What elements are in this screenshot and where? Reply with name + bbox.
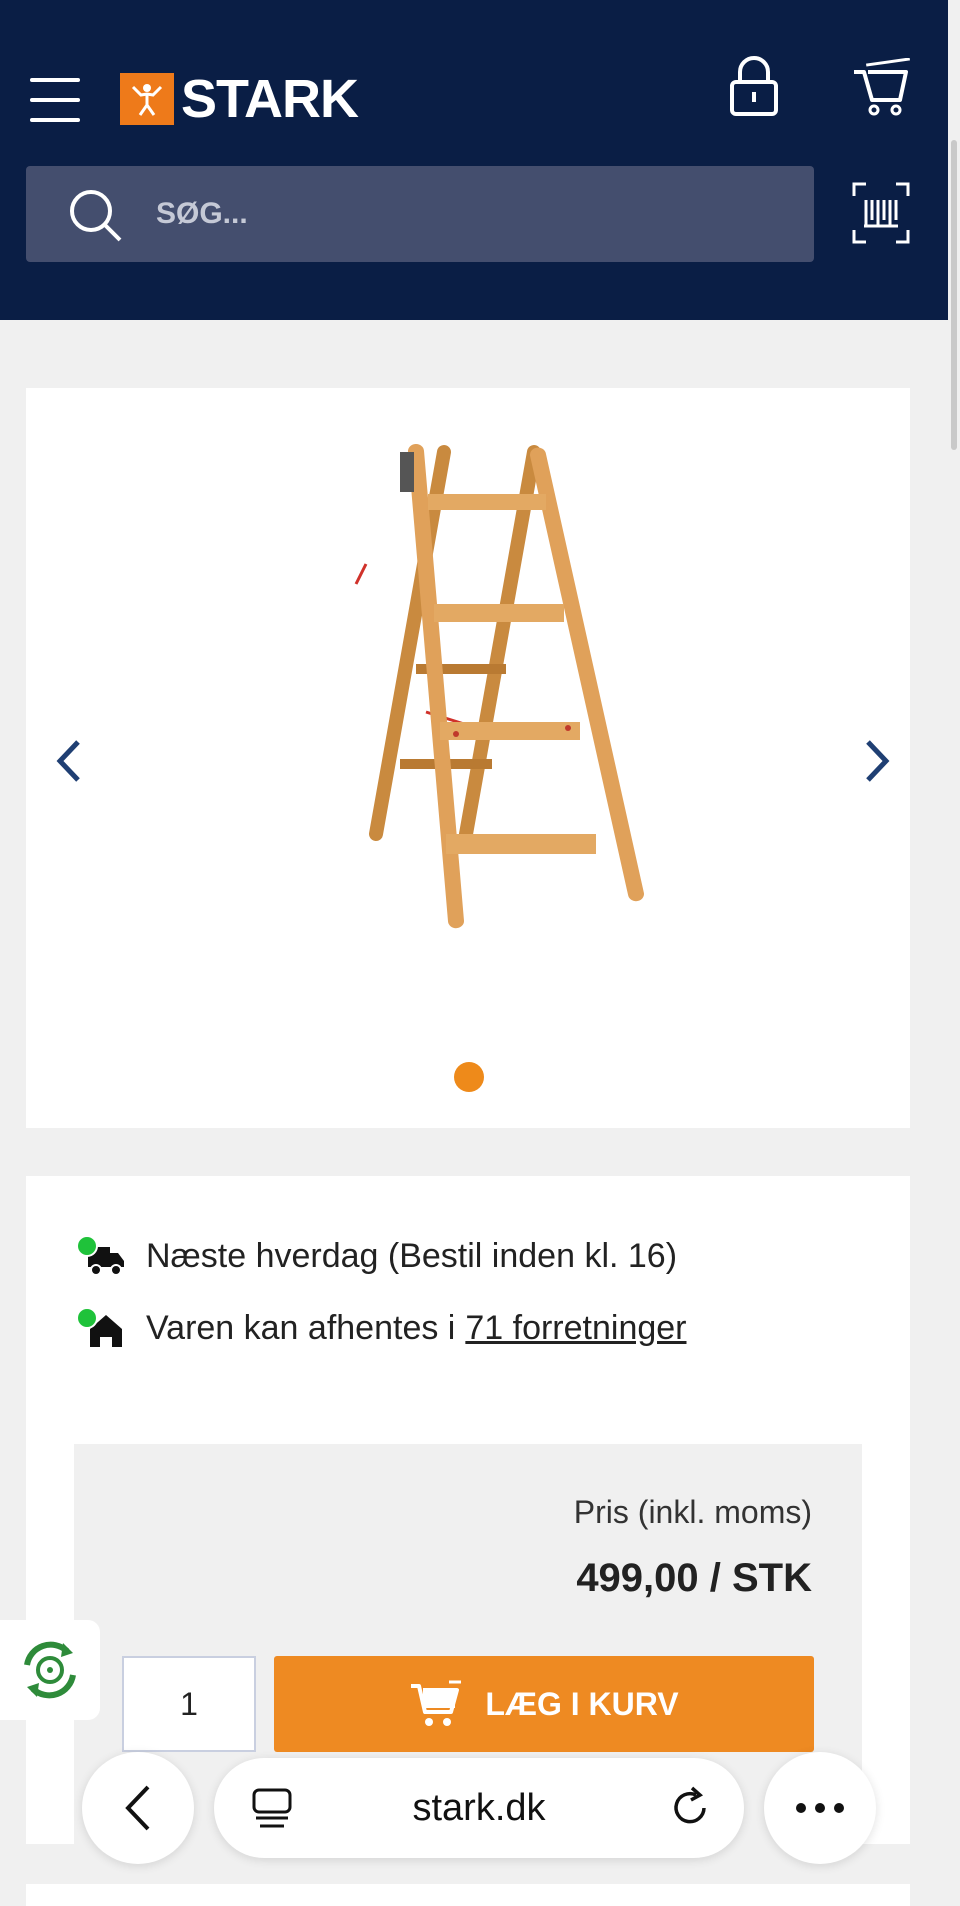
logo-mark-icon — [120, 73, 174, 125]
more-dots-icon — [796, 1803, 844, 1813]
delivery-text: Næste hverdag (Bestil inden kl. 16) — [146, 1236, 678, 1275]
site-header: STARK — [0, 0, 948, 320]
product-gallery — [26, 388, 910, 1128]
cart-icon[interactable] — [852, 57, 912, 118]
slide-indicator-dot[interactable] — [454, 1062, 484, 1092]
logo[interactable]: STARK — [120, 69, 359, 129]
previous-image-chevron-icon[interactable] — [48, 736, 88, 786]
delivery-row: Næste hverdag (Bestil inden kl. 16) — [76, 1226, 856, 1286]
recycle-icon[interactable] — [0, 1620, 100, 1720]
menu-icon[interactable] — [30, 78, 80, 122]
product-info-card: Næste hverdag (Bestil inden kl. 16) Vare… — [26, 1176, 910, 1844]
product-image — [316, 444, 666, 944]
logo-text: STARK — [181, 69, 359, 129]
browser-toolbar: stark.dk — [0, 1752, 960, 1864]
status-dot — [76, 1307, 98, 1329]
cart-icon — [411, 1680, 462, 1726]
pickup-text: Varen kan afhentes i — [146, 1308, 456, 1347]
back-arrow-icon — [125, 1785, 150, 1831]
store-count-link[interactable]: 71 forretninger — [465, 1309, 686, 1348]
next-section-card — [26, 1884, 910, 1906]
search-icon[interactable] — [66, 186, 126, 246]
quantity-input[interactable]: 1 — [122, 1656, 256, 1752]
more-options-button[interactable] — [764, 1752, 876, 1864]
url-text: stark.dk — [412, 1787, 546, 1829]
browser-back-button[interactable] — [82, 1752, 194, 1864]
next-image-chevron-icon[interactable] — [858, 736, 898, 786]
store-home-icon — [76, 1303, 126, 1353]
price-label: Pris (inkl. moms) — [573, 1494, 812, 1530]
lock-icon[interactable] — [728, 56, 780, 118]
price-value: 499,00 / STK — [576, 1556, 812, 1600]
search-bar[interactable] — [26, 166, 814, 262]
barcode-scan-icon[interactable] — [852, 182, 910, 244]
address-bar[interactable]: stark.dk — [214, 1758, 744, 1858]
page-scrollbar[interactable] — [948, 140, 960, 450]
search-input[interactable] — [156, 166, 776, 262]
delivery-truck-icon — [76, 1231, 126, 1281]
reload-icon[interactable] — [668, 1786, 712, 1830]
pickup-row: Varen kan afhentes i 71 forretninger — [76, 1298, 856, 1358]
add-to-cart-label: LÆG I KURV — [485, 1685, 679, 1722]
status-dot — [76, 1235, 98, 1257]
add-to-cart-button[interactable]: LÆG I KURV — [274, 1656, 814, 1752]
